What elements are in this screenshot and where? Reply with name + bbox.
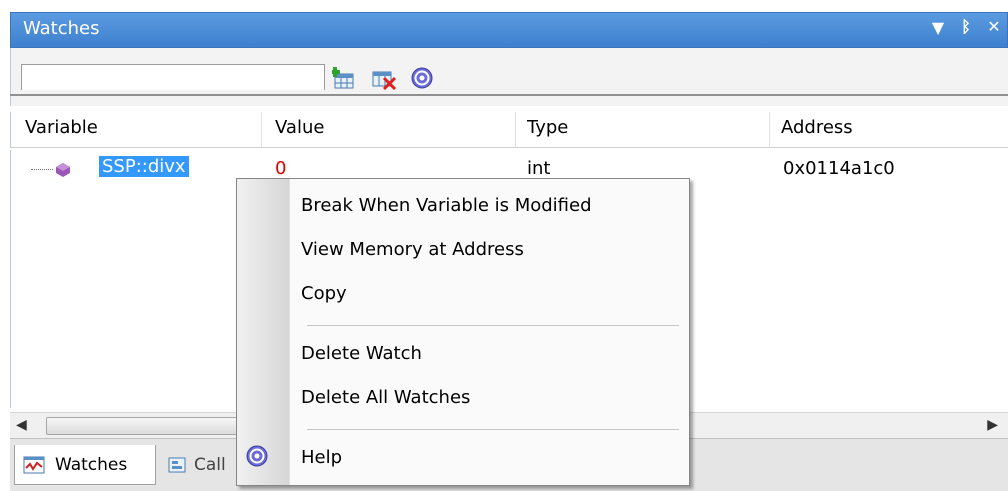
add-watch-icon [330,67,354,89]
tree-connector [31,169,53,170]
help-icon [246,445,268,467]
column-header-value[interactable]: Value [275,117,324,138]
scrollbar-thumb[interactable] [46,417,254,435]
close-icon[interactable]: ✕ [983,17,1005,36]
help-icon [411,67,433,89]
menu-separator [307,429,679,430]
column-divider[interactable] [515,112,516,148]
menu-item-delete-all-watches[interactable]: Delete All Watches [301,387,470,408]
column-header-type[interactable]: Type [527,117,568,138]
delete-watch-button[interactable] [369,66,399,92]
tab-watches[interactable]: Watches [14,445,156,485]
column-header-row: Variable Value Type Address [10,112,1008,148]
watch-expression-input[interactable] [21,64,325,90]
tab-label: Watches [55,455,128,475]
pin-icon[interactable]: ᛒ [955,17,977,36]
title-bar[interactable]: Watches ▼ ᛒ ✕ [10,12,1008,48]
add-watch-button[interactable] [329,66,359,92]
menu-item-help[interactable]: Help [301,447,342,468]
tab-label: Call [194,455,226,475]
menu-item-break-when-modified[interactable]: Break When Variable is Modified [301,195,592,216]
variable-value[interactable]: 0 [275,158,286,179]
watches-tab-icon [23,456,45,474]
toolbar-divider [10,94,1008,96]
variable-type: int [527,158,551,179]
watch-toolbar [10,48,1008,106]
watches-window: Watches ▼ ᛒ ✕ Variable Value Type Addres… [0,0,1008,491]
column-header-variable[interactable]: Variable [25,117,98,138]
variable-name[interactable]: SSP::divx [99,156,189,177]
scroll-right-icon[interactable]: ▶ [987,417,998,433]
window-title: Watches [23,18,100,39]
context-menu: Break When Variable is Modified View Mem… [236,178,690,486]
delete-watch-icon [372,71,397,91]
help-button[interactable] [407,66,437,92]
variable-icon [56,163,70,177]
menu-item-view-memory[interactable]: View Memory at Address [301,239,524,260]
call-stack-tab-icon [168,457,186,473]
column-divider[interactable] [769,112,770,148]
column-header-address[interactable]: Address [781,117,853,138]
variable-address: 0x0114a1c0 [783,158,895,179]
menu-separator [307,325,679,326]
menu-item-copy[interactable]: Copy [301,283,347,304]
scroll-left-icon[interactable]: ◀ [16,417,27,433]
pane-border [10,188,11,408]
menu-item-delete-watch[interactable]: Delete Watch [301,343,422,364]
context-menu-gutter [237,179,290,485]
column-divider[interactable] [261,112,262,148]
dropdown-menu-icon[interactable]: ▼ [927,18,949,37]
